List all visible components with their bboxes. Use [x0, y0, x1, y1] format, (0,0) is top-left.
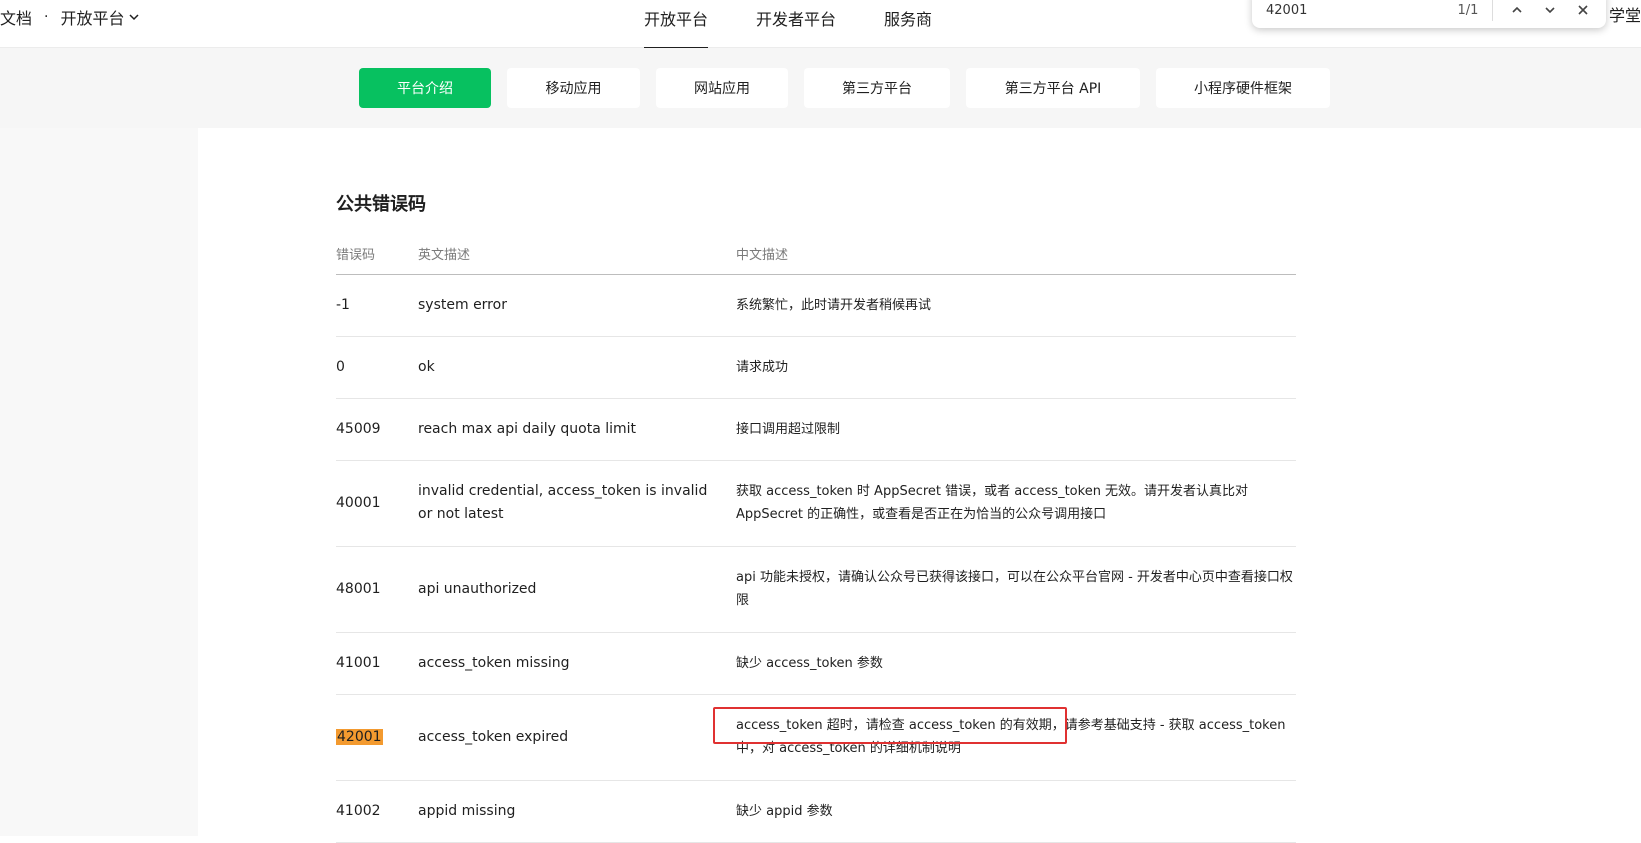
table-row: 45009 reach max api daily quota limit 接口… [336, 398, 1296, 461]
find-divider [1492, 0, 1494, 21]
brand-separator: · [44, 9, 49, 25]
col-header-en: 英文描述 [418, 234, 736, 275]
chinese-description: 获取 access_token 时 AppSecret 错误，或者 access… [736, 460, 1296, 547]
english-description: reach max api daily quota limit [418, 398, 736, 461]
nav-developer-platform[interactable]: 开发者平台 [756, 0, 836, 48]
table-row: 41001 access_token missing 缺少 access_tok… [336, 632, 1296, 695]
chinese-description: access_token 超时，请检查 access_token 的有效期，请参… [713, 694, 1296, 781]
subnav-bar: 平台介绍 移动应用 网站应用 第三方平台 第三方平台 API 小程序硬件框架 [0, 48, 1641, 128]
find-match-count: 1/1 [1457, 2, 1479, 18]
platform-dropdown[interactable]: 开放平台 [60, 5, 124, 29]
brand-doc-link[interactable]: 文档 [0, 5, 32, 29]
nav-service-provider[interactable]: 服务商 [884, 0, 932, 48]
chinese-description: 系统繁忙，此时请开发者稍候再试 [736, 274, 1296, 337]
close-icon [1577, 5, 1588, 15]
error-code: 45009 [336, 398, 418, 461]
search-match-highlight: 42001 [336, 728, 383, 745]
table-row: 48001 api unauthorized api 功能未授权，请确认公众号已… [336, 546, 1296, 633]
annotated-text-part: access_token 超时，请检查 access_token 的有效期 [736, 718, 1052, 733]
error-code: 41002 [336, 780, 418, 843]
subnav-tabs: 平台介绍 移动应用 网站应用 第三方平台 第三方平台 API 小程序硬件框架 [359, 68, 1346, 108]
find-close-button[interactable] [1573, 0, 1592, 21]
header-right-link[interactable]: 学堂 [1609, 2, 1641, 26]
english-description: invalid credential, access_token is inva… [418, 460, 736, 547]
english-description: system error [418, 274, 736, 337]
find-input[interactable] [1266, 2, 1436, 18]
error-code: 41001 [336, 632, 418, 695]
tab-website-app[interactable]: 网站应用 [656, 68, 788, 108]
english-description: appid missing [418, 780, 736, 843]
col-header-zh: 中文描述 [736, 234, 1296, 275]
find-prev-button[interactable] [1507, 0, 1526, 21]
left-gutter [0, 128, 198, 836]
chinese-description: 缺少 appid 参数 [736, 780, 1296, 843]
english-description: access_token expired [418, 694, 736, 781]
tab-third-party[interactable]: 第三方平台 [804, 68, 950, 108]
tab-third-party-api[interactable]: 第三方平台 API [966, 68, 1140, 108]
english-description: ok [418, 336, 736, 399]
error-code: 0 [336, 336, 418, 399]
chevron-down-icon[interactable] [128, 11, 140, 23]
find-bar: 1/1 [1252, 0, 1606, 28]
tab-mobile-app[interactable]: 移动应用 [507, 68, 640, 108]
section-title: 公共错误码 [336, 194, 426, 215]
table-row: 40001 invalid credential, access_token i… [336, 460, 1296, 547]
annotated-text: access_token 超时，请检查 access_token 的有效期 [713, 707, 1067, 744]
find-next-button[interactable] [1540, 0, 1559, 21]
english-description: access_token missing [418, 632, 736, 695]
tab-hardware-framework[interactable]: 小程序硬件框架 [1156, 68, 1330, 108]
chinese-description: 接口调用超过限制 [736, 398, 1296, 461]
error-code: -1 [336, 274, 418, 337]
brand: 文档 · 开放平台 [0, 0, 140, 34]
error-code: 40001 [336, 460, 418, 547]
table-row: 41002 appid missing 缺少 appid 参数 [336, 780, 1296, 843]
chinese-description: 请求成功 [736, 336, 1296, 399]
chinese-description: api 功能未授权，请确认公众号已获得该接口，可以在公众平台官网 - 开发者中心… [736, 546, 1296, 633]
main-content: 公共错误码 错误码 英文描述 中文描述 -1 system error 系统繁忙… [336, 128, 1296, 843]
error-code: 48001 [336, 546, 418, 633]
nav-open-platform[interactable]: 开放平台 [644, 0, 709, 49]
tab-platform-intro[interactable]: 平台介绍 [359, 68, 491, 108]
table-header-row: 错误码 英文描述 中文描述 [336, 234, 1296, 275]
chinese-description: 缺少 access_token 参数 [736, 632, 1296, 695]
main-nav: 开放平台 开发者平台 服务商 [644, 0, 980, 49]
table-row-highlighted: 42001 access_token expired access_token … [336, 694, 1296, 781]
chevron-down-icon [1545, 7, 1555, 14]
table-row: 0 ok 请求成功 [336, 336, 1296, 399]
english-description: api unauthorized [418, 546, 736, 633]
chevron-up-icon [1512, 6, 1522, 13]
col-header-code: 错误码 [336, 234, 418, 275]
error-code: 42001 [336, 694, 418, 781]
table-row: -1 system error 系统繁忙，此时请开发者稍候再试 [336, 274, 1296, 337]
error-code-table: 错误码 英文描述 中文描述 -1 system error 系统繁忙，此时请开发… [336, 234, 1296, 843]
